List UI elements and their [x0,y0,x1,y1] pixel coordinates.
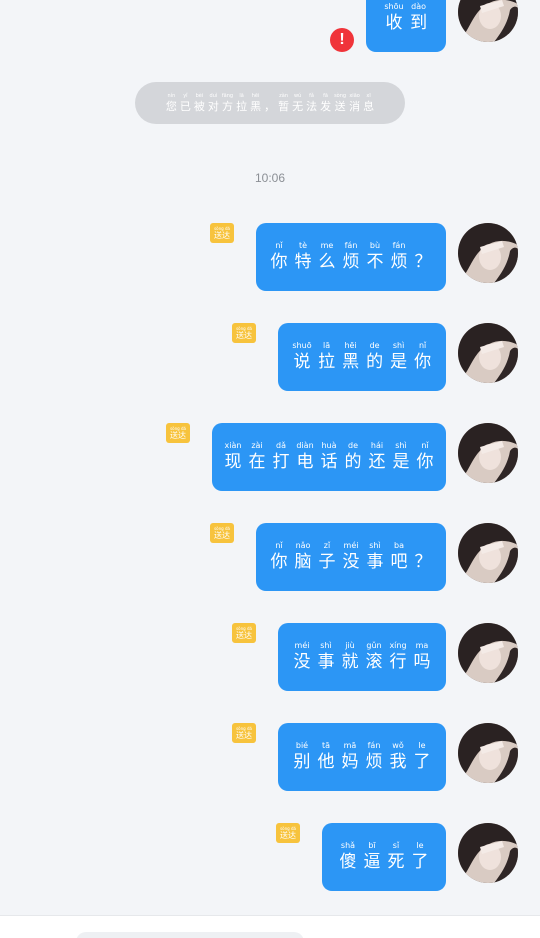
avatar[interactable] [458,623,518,683]
system-notice: nín 您 yǐ 已 bèi 被 duì 对 fāng 方 lā 拉 hēi 黑 ， zàn 暂… [135,82,405,124]
message-text: bié 别 tā 他 mā 妈 fán 烦 wǒ 我 le 了 [293,741,431,773]
char: tè 特 [294,241,312,272]
message-text: xiàn 现 zài 在 dǎ 打 diàn 电 huà 话 de 的 hái 还 shì 是 nǐ 你 [224,441,434,473]
char: méi 没 [342,541,360,572]
message-bubble[interactable]: shǎ 傻 bī 逼 sǐ 死 le 了 [322,823,446,891]
delivered-badge: sòng dá 送达 [210,523,234,543]
message-input[interactable] [76,932,304,938]
char: dǎ 打 [272,441,290,472]
message-bubble-top[interactable]: shōu 收 dào 到 [366,0,446,52]
char: zài 在 [248,441,266,472]
char: nǐ 你 [414,341,432,372]
char: ba 吧 [390,541,408,572]
message-bubble[interactable]: nǐ 你 nǎo 脑 zǐ 子 méi 没 shì 事 ba 吧 ？ [256,523,446,591]
chat-area[interactable]: shōu 收 dào 到 ! nín 您 yǐ 已 bèi 被 duì 对 fāng 方 lā… [0,0,540,915]
char: shì 是 [390,341,408,372]
char: jiù 就 [341,641,359,672]
message-bubble[interactable]: shuō 说 lā 拉 hēi 黑 de 的 shì 是 nǐ 你 [278,323,446,391]
message-text: shōu 收 dào 到 [384,2,427,34]
char: fán 烦 [390,241,408,272]
badge-label: 送达 [280,830,296,840]
char: zǐ 子 [318,541,336,572]
avatar[interactable] [458,323,518,383]
char: me 么 [318,241,336,272]
char: xíng 行 [389,641,407,672]
char: de 的 [366,341,384,372]
avatar[interactable] [458,723,518,783]
message-text: nǐ 你 nǎo 脑 zǐ 子 méi 没 shì 事 ba 吧 ？ [270,541,432,573]
char: shì 是 [392,441,410,472]
badge-label: 送达 [214,230,230,240]
char: lā 拉 [318,341,336,372]
char: hái 还 [368,441,386,472]
char: méi 没 [293,641,311,672]
char: sǐ 死 [387,841,405,872]
message-bubble[interactable]: xiàn 现 zài 在 dǎ 打 diàn 电 huà 话 de 的 hái 还 shì 是 nǐ 你 [212,423,446,491]
char: dào 到 [410,2,428,33]
char: shuō 说 [292,341,312,372]
timestamp: 10:06 [254,171,286,185]
char: ma 吗 [413,641,431,672]
char: hēi 黑 [342,341,360,372]
message-bubble[interactable]: méi 没 shì 事 jiù 就 gǔn 滚 xíng 行 ma 吗 [278,623,446,691]
char: fán 烦 [365,741,383,772]
badge-label: 送达 [214,530,230,540]
send-failed-icon[interactable]: ! [330,28,354,52]
message-text: nǐ 你 tè 特 me 么 fán 烦 bù 不 fán 烦 ？ [270,241,432,273]
badge-label: 送达 [170,430,186,440]
char: le 了 [413,741,431,772]
message-text: méi 没 shì 事 jiù 就 gǔn 滚 xíng 行 ma 吗 [293,641,431,673]
char: diàn 电 [296,441,314,472]
char: huà 话 [320,441,338,472]
char: bù 不 [366,241,384,272]
char: tā 他 [317,741,335,772]
char: shǎ 傻 [339,841,357,872]
message-text: shǎ 傻 bī 逼 sǐ 死 le 了 [339,841,429,873]
badge-label: 送达 [236,630,252,640]
delivered-badge: sòng dá 送达 [232,323,256,343]
char: shì 事 [317,641,335,672]
char: fán 烦 [342,241,360,272]
delivered-badge: sòng dá 送达 [166,423,190,443]
avatar[interactable] [458,523,518,583]
delivered-badge: sòng dá 送达 [232,723,256,743]
char: xiàn 现 [224,441,242,472]
message-bubble[interactable]: bié 别 tā 他 mā 妈 fán 烦 wǒ 我 le 了 [278,723,446,791]
badge-label: 送达 [236,330,252,340]
char: de 的 [344,441,362,472]
char: shì 事 [366,541,384,572]
char: mā 妈 [341,741,359,772]
char: nǐ 你 [270,541,288,572]
char: nǐ 你 [416,441,434,472]
char: ？ [414,552,432,572]
char: bié 别 [293,741,311,772]
char: wǒ 我 [389,741,407,772]
avatar[interactable] [458,823,518,883]
char: le 了 [411,841,429,872]
delivered-badge: sòng dá 送达 [210,223,234,243]
message-bubble[interactable]: nǐ 你 tè 特 me 么 fán 烦 bù 不 fán 烦 ？ [256,223,446,291]
char: ？ [414,252,432,272]
notice-text: nín 您 yǐ 已 bèi 被 duì 对 fāng 方 lā 拉 hēi 黑 ， zàn 暂… [165,92,375,113]
delivered-badge: sòng dá 送达 [232,623,256,643]
avatar[interactable] [458,423,518,483]
delivered-badge: sòng dá 送达 [276,823,300,843]
avatar[interactable] [458,223,518,283]
char: shōu 收 [384,2,404,33]
char: bī 逼 [363,841,381,872]
char: nǎo 脑 [294,541,312,572]
char: gǔn 滚 [365,641,383,672]
input-bar [0,915,540,938]
char: nǐ 你 [270,241,288,272]
message-text: shuō 说 lā 拉 hēi 黑 de 的 shì 是 nǐ 你 [292,341,431,373]
avatar[interactable] [458,0,518,42]
badge-label: 送达 [236,730,252,740]
